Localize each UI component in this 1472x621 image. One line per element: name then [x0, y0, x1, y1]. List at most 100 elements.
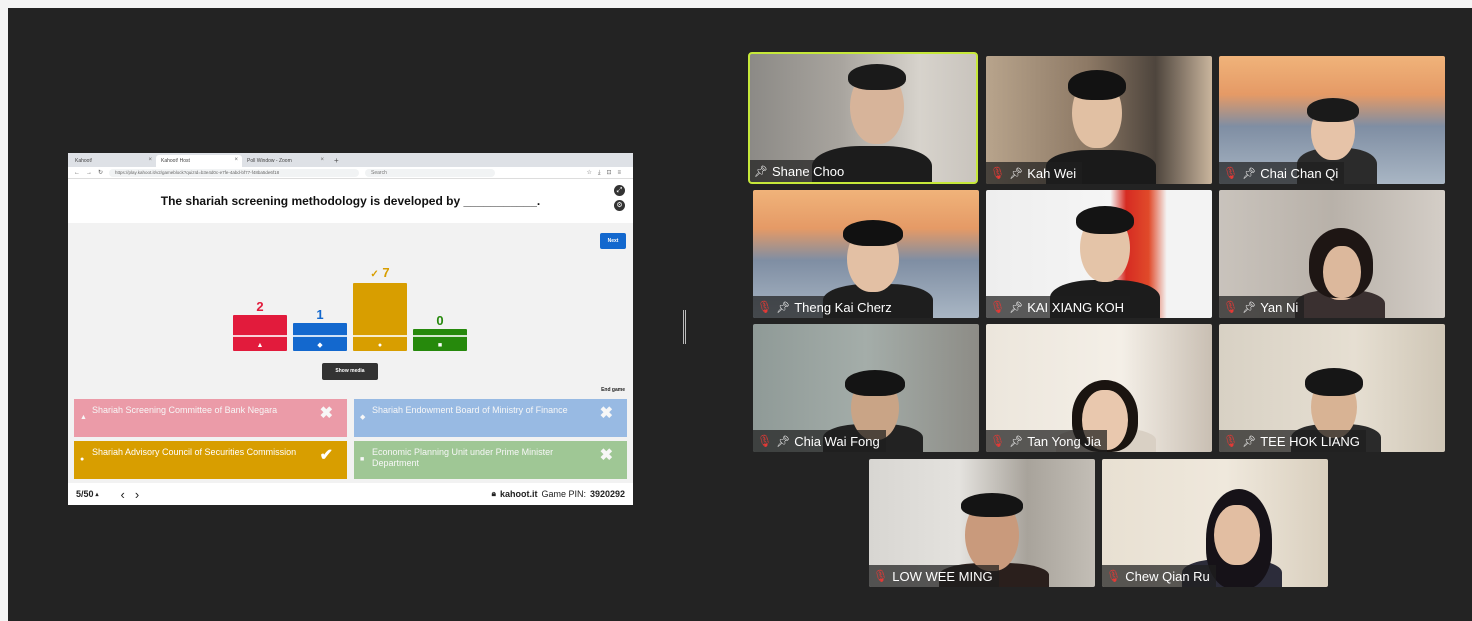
circle-icon: ●	[80, 456, 85, 463]
result-count: 1	[316, 307, 324, 322]
triangle-icon: ▲	[256, 342, 264, 349]
participant-name: Chew Qian Ru	[1125, 568, 1210, 584]
participant-name: Tan Yong Jia	[1027, 433, 1101, 449]
pin-icon: 📌︎	[1009, 301, 1024, 314]
participant-name: Chia Wai Fong	[794, 433, 880, 449]
participant-name-bar: 🎙︎ Chew Qian Ru	[1102, 565, 1216, 587]
results-chart: 2 ▲ 1 ◆ ✓ 7 ● 0 ■	[68, 263, 633, 353]
result-count: ✓ 7	[370, 265, 390, 280]
previous-icon[interactable]: ‹	[121, 487, 135, 502]
mic-muted-icon: 🎙︎	[1223, 434, 1239, 448]
pin-icon: 📌︎	[1242, 301, 1257, 314]
result-bar: ■	[413, 329, 467, 351]
diamond-icon: ◆	[317, 342, 323, 349]
answer-option: ■ Economic Planning Unit under Prime Min…	[354, 441, 627, 479]
video-tile[interactable]: 🎙︎ 📌︎ TEE HOK LIANG	[1219, 324, 1445, 452]
forward-icon[interactable]: →	[86, 170, 92, 176]
end-game-button[interactable]: End game	[601, 387, 625, 393]
diamond-icon: ◆	[360, 414, 366, 421]
video-tile[interactable]: 🎙︎ 📌︎ Kah Wei	[986, 56, 1212, 184]
video-tile[interactable]: 🎙︎ Chew Qian Ru	[1102, 459, 1328, 587]
video-tile[interactable]: 🎙︎ 📌︎ Theng Kai Cherz	[753, 190, 979, 318]
browser-toolbar-icons[interactable]: ☆⤓⊡≡	[586, 169, 627, 177]
back-icon[interactable]: ←	[74, 170, 80, 176]
site-label: kahoot.it	[499, 489, 538, 499]
participant-name: TEE HOK LIANG	[1260, 433, 1360, 449]
result-bar: ●	[353, 283, 407, 351]
answer-option: ◆ Shariah Endowment Board of Ministry of…	[354, 399, 627, 437]
close-icon[interactable]: ×	[148, 157, 152, 163]
answer-option-correct: ● Shariah Advisory Council of Securities…	[74, 441, 347, 479]
mic-muted-icon: 🎙︎	[1106, 569, 1122, 583]
fullscreen-icon[interactable]: ⤢	[614, 185, 625, 196]
participant-name-bar: 🎙︎ 📌︎ Chai Chan Qi	[1219, 162, 1345, 184]
result-bar: ◆	[293, 323, 347, 351]
shared-screen[interactable]: Kahoot! × Kahoot! Host × Poll Window - Zoo…	[68, 153, 633, 505]
close-icon[interactable]: ×	[234, 157, 238, 163]
game-pin: 3920292	[589, 489, 625, 499]
lock-icon: 🔒︎	[491, 489, 496, 498]
pin-icon: 📌︎	[1242, 435, 1257, 448]
result-bar: ▲	[233, 315, 287, 351]
browser-tab[interactable]: Kahoot! ×	[70, 155, 156, 167]
checkmark-icon: ✓	[370, 269, 379, 280]
search-input[interactable]: Search	[365, 168, 496, 177]
video-tile[interactable]: 🎙︎ 📌︎ Chai Chan Qi	[1219, 56, 1445, 184]
browser-tab[interactable]: Poll Window - Zoom ×	[242, 155, 328, 167]
kahoot-footer: 5/50 ▴ ‹› 🔒︎ kahoot.it Game PIN: 3920292	[68, 483, 633, 505]
settings-icon[interactable]: ⚙	[614, 200, 625, 211]
square-icon: ■	[360, 456, 365, 463]
video-tile[interactable]: 🎙︎ LOW WEE MING	[869, 459, 1095, 587]
address-input[interactable]: https://play.kahoot.it/v2/gameblock?quiz…	[109, 168, 360, 177]
browser-tab[interactable]: Kahoot! Host ×	[156, 155, 242, 167]
video-tile[interactable]: 📌︎ Shane Choo	[748, 52, 978, 184]
participant-name-bar: 🎙︎ LOW WEE MING	[869, 565, 999, 587]
video-tile[interactable]: 🎙︎ 📌︎ Tan Yong Jia	[986, 324, 1212, 452]
browser-tab-bar: Kahoot! × Kahoot! Host × Poll Window - Zoo…	[68, 153, 633, 167]
participant-name-bar: 🎙︎ 📌︎ KAI XIANG KOH	[986, 296, 1131, 318]
mic-muted-icon: 🎙︎	[757, 434, 773, 448]
mic-muted-icon: 🎙︎	[990, 434, 1006, 448]
reload-icon[interactable]: ↻	[98, 169, 103, 176]
mic-muted-icon: 🎙︎	[1223, 300, 1239, 314]
cross-icon: ✖	[599, 405, 613, 422]
participant-name-bar: 🎙︎ 📌︎ Yan Ni	[1219, 296, 1305, 318]
mic-muted-icon: 🎙︎	[990, 166, 1006, 180]
participant-name: Chai Chan Qi	[1260, 165, 1339, 181]
mic-muted-icon: 🎙︎	[757, 300, 773, 314]
show-media-button[interactable]: Show media	[322, 363, 378, 380]
new-tab-icon[interactable]: +	[328, 156, 345, 167]
answer-option: ▲ Shariah Screening Committee of Bank Ne…	[74, 399, 347, 437]
result-count: 2	[256, 299, 264, 314]
video-tile[interactable]: 🎙︎ 📌︎ Chia Wai Fong	[753, 324, 979, 452]
zoom-gallery-stage: Kahoot! × Kahoot! Host × Poll Window - Zoo…	[8, 8, 1472, 621]
video-tile[interactable]: 🎙︎ 📌︎ KAI XIANG KOH	[986, 190, 1212, 318]
pin-icon: 📌︎	[776, 301, 791, 314]
participant-name: Kah Wei	[1027, 165, 1077, 181]
answer-grid: ▲ Shariah Screening Committee of Bank Ne…	[74, 399, 627, 481]
participant-name: LOW WEE MING	[892, 568, 993, 584]
resize-handle[interactable]	[683, 310, 686, 344]
question-progress: 5/50	[76, 489, 94, 499]
mic-muted-icon: 🎙︎	[990, 300, 1006, 314]
participant-name-bar: 🎙︎ 📌︎ Chia Wai Fong	[753, 430, 886, 452]
circle-icon: ●	[377, 342, 383, 349]
game-pin-label: Game PIN:	[541, 489, 586, 499]
close-icon[interactable]: ×	[320, 157, 324, 163]
video-tile[interactable]: 🎙︎ 📌︎ Yan Ni	[1219, 190, 1445, 318]
next-icon[interactable]: ›	[135, 487, 149, 502]
participant-name-bar: 🎙︎ 📌︎ Kah Wei	[986, 162, 1083, 184]
mic-muted-icon: 🎙︎	[873, 569, 889, 583]
participant-name: KAI XIANG KOH	[1027, 299, 1125, 315]
participant-name: Yan Ni	[1260, 299, 1299, 315]
chevron-up-icon[interactable]: ▴	[96, 491, 99, 498]
participant-name-bar: 🎙︎ 📌︎ Tan Yong Jia	[986, 430, 1107, 452]
question-header: The shariah screening methodology is dev…	[68, 179, 633, 223]
next-button[interactable]: Next	[600, 233, 626, 249]
result-count: 0	[436, 313, 444, 328]
participant-name-bar: 🎙︎ 📌︎ TEE HOK LIANG	[1219, 430, 1366, 452]
pin-icon: 📌︎	[1242, 167, 1257, 180]
participant-name: Shane Choo	[771, 163, 845, 179]
pin-icon: 📌︎	[1009, 167, 1024, 180]
mic-muted-icon: 🎙︎	[1223, 166, 1239, 180]
